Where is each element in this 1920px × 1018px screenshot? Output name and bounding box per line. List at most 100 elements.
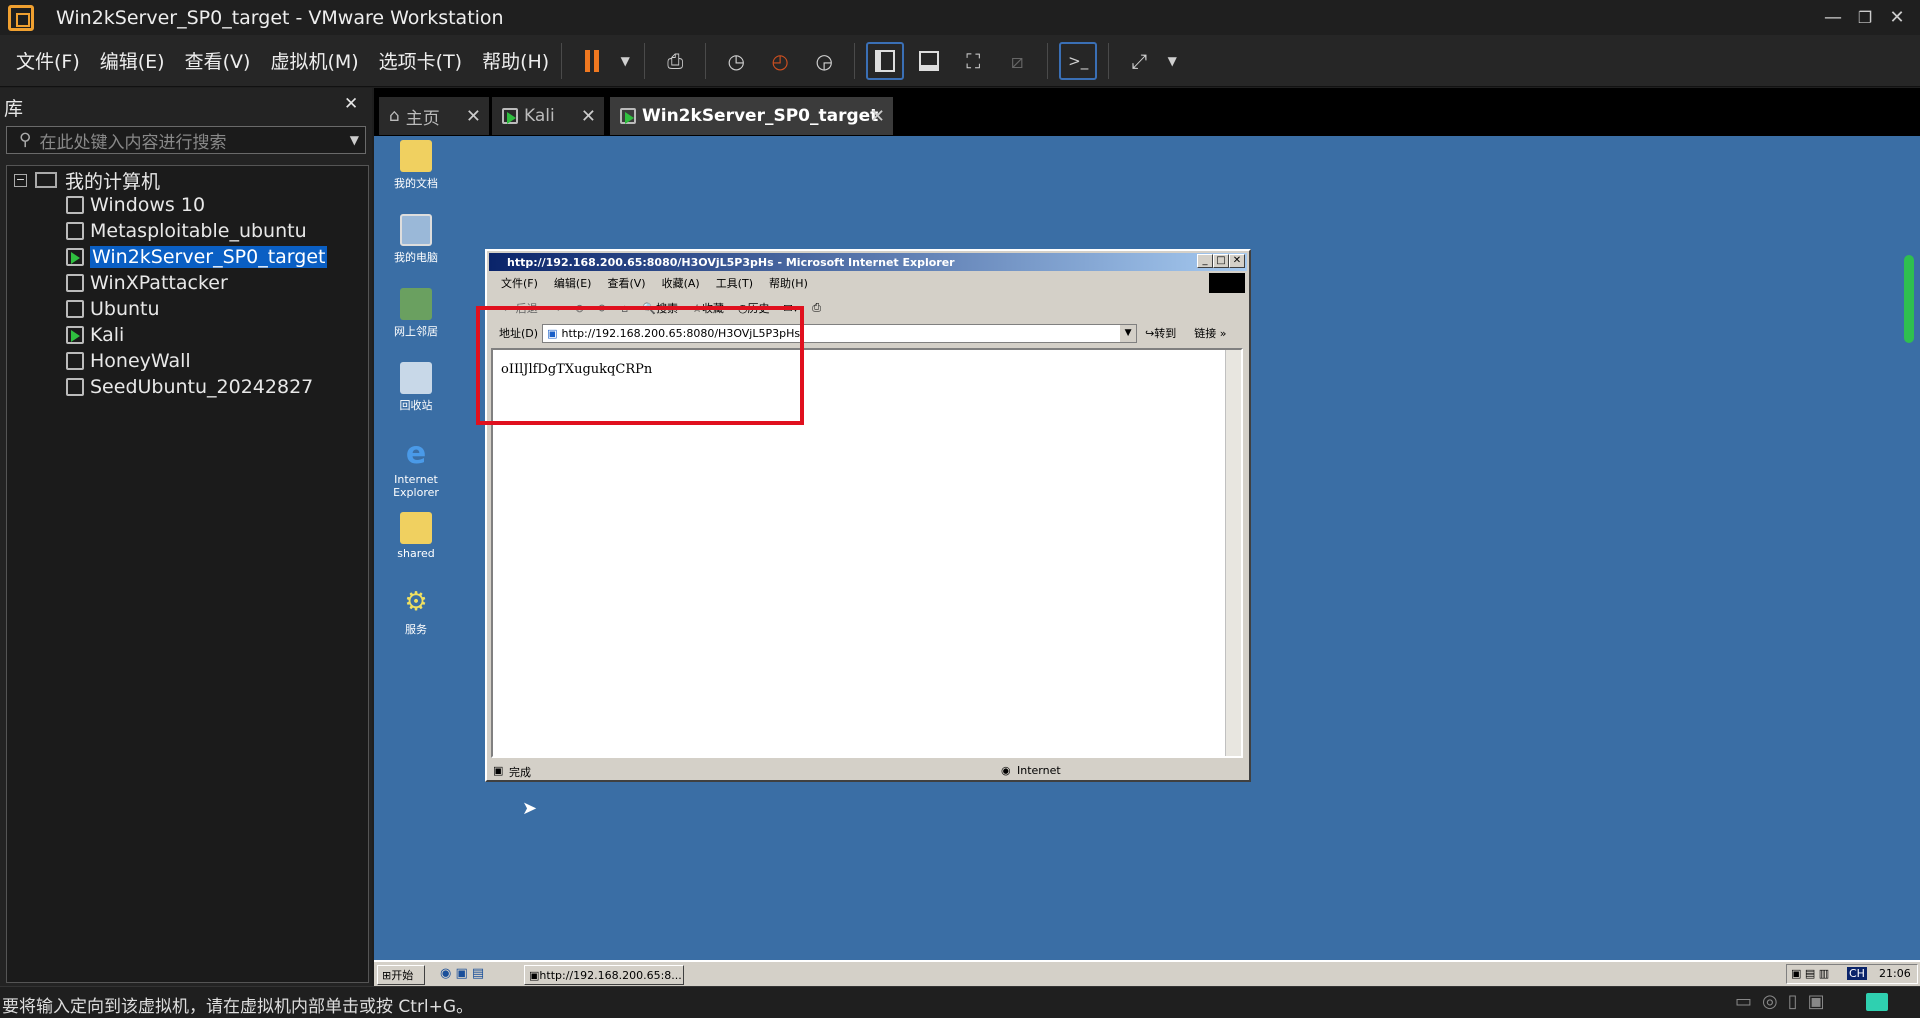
- menu-view[interactable]: 查看(V): [185, 47, 251, 74]
- vm-tree-label: WinXPattacker: [90, 272, 228, 294]
- tab-home[interactable]: ⌂ 主页 ✕: [379, 97, 489, 135]
- tab-close-icon[interactable]: ✕: [581, 106, 596, 127]
- vm-tree-item[interactable]: SeedUbuntu_20242827: [66, 375, 313, 399]
- menu-help[interactable]: 帮助(H): [482, 47, 549, 74]
- desktop-icon-label: 服务: [405, 623, 427, 636]
- ie-title: http://192.168.200.65:8080/H3OVjL5P3pHs …: [507, 255, 955, 269]
- ie-menu-tools[interactable]: 工具(T): [716, 275, 753, 291]
- menu-tabs[interactable]: 选项卡(T): [379, 47, 462, 74]
- message-icon[interactable]: [1866, 993, 1888, 1011]
- desktop-icon-shared[interactable]: shared: [386, 512, 446, 560]
- tab-close-icon[interactable]: ✕: [466, 106, 481, 127]
- vm-tree-item[interactable]: Kali: [66, 323, 124, 347]
- start-button[interactable]: ⊞ 开始: [377, 965, 425, 985]
- ie-close-button[interactable]: ✕: [1229, 254, 1245, 268]
- ie-menu-favorites[interactable]: 收藏(A): [662, 275, 700, 291]
- desktop-icon-label: 回收站: [399, 399, 433, 412]
- menu-edit[interactable]: 编辑(E): [100, 47, 165, 74]
- stretch-icon[interactable]: ⤢: [1120, 42, 1158, 80]
- ie-maximize-button[interactable]: □: [1213, 254, 1229, 268]
- tray-icons[interactable]: ▣ ▤ ▥: [1791, 967, 1829, 980]
- windows-logo-icon: [1209, 273, 1245, 293]
- desktop-icon-services[interactable]: ⚙ 服务: [386, 586, 446, 637]
- console-icon[interactable]: >_: [1059, 41, 1098, 80]
- desktop-icon-recycle-bin[interactable]: 回收站: [386, 362, 446, 413]
- windows-flag-icon: ⊞: [382, 968, 392, 982]
- tab-home-label: 主页: [405, 108, 440, 129]
- ie-menu-help[interactable]: 帮助(H): [769, 275, 808, 291]
- stretch-dropdown-icon[interactable]: ▼: [1164, 42, 1180, 80]
- pause-icon[interactable]: [573, 42, 611, 80]
- tab-win2kserver[interactable]: Win2kServer_SP0_target ✕: [610, 97, 893, 135]
- ie-links-button[interactable]: 链接 »: [1194, 325, 1226, 341]
- ie-menu-file[interactable]: 文件(F): [501, 275, 538, 291]
- collapse-icon[interactable]: −: [14, 173, 27, 187]
- close-button[interactable]: ✕: [1874, 0, 1920, 35]
- network-icon: [400, 288, 432, 320]
- vm-tree-item[interactable]: Windows 10: [66, 193, 205, 217]
- vm-tree-label: Kali: [90, 324, 125, 346]
- ie-menu-edit[interactable]: 编辑(E): [554, 275, 592, 291]
- vm-running-icon: [66, 248, 84, 266]
- desktop-icon-label: 我的电脑: [394, 251, 438, 264]
- vm-tree-item[interactable]: Metasploitable_ubuntu: [66, 219, 307, 243]
- search-input[interactable]: 在此处键入内容进行搜索: [39, 128, 226, 153]
- guest-taskbar: ⊞ 开始 ◉ ▣ ▤ ▣ http://192.168.200.65:8... ▣ …: [374, 960, 1920, 986]
- vm-tree-label: SeedUbuntu_20242827: [90, 376, 314, 398]
- taskbar-task-ie[interactable]: ▣ http://192.168.200.65:8...: [524, 965, 684, 985]
- vm-tree-label: Metasploitable_ubuntu: [90, 220, 307, 242]
- vm-running-icon: [620, 108, 636, 124]
- vmware-logo-icon: [8, 4, 34, 31]
- taskbar-task-label: http://192.168.200.65:8...: [539, 968, 682, 982]
- highlight-annotation-box: [476, 306, 804, 425]
- send-ctrl-alt-del-icon[interactable]: ⎙: [656, 42, 694, 80]
- menu-file[interactable]: 文件(F): [16, 47, 80, 74]
- pause-dropdown-icon[interactable]: ▼: [617, 42, 633, 80]
- desktop-icon-my-documents[interactable]: 我的文档: [386, 140, 446, 191]
- desktop-icon-network[interactable]: 网上邻居: [386, 288, 446, 339]
- computer-icon: [35, 172, 57, 188]
- search-icon: ⚲: [19, 130, 32, 150]
- snapshot-manager-icon[interactable]: ◶: [805, 42, 843, 80]
- quicklaunch-icons[interactable]: ◉ ▣ ▤: [440, 966, 484, 981]
- search-dropdown-icon[interactable]: ▼: [350, 133, 359, 147]
- unity-icon[interactable]: ⧄: [998, 42, 1036, 80]
- folder-icon: [400, 512, 432, 544]
- ie-titlebar[interactable]: http://192.168.200.65:8080/H3OVjL5P3pHs …: [489, 253, 1247, 271]
- desktop-icon-ie[interactable]: e Internet Explorer: [386, 436, 446, 500]
- library-view-icon[interactable]: [866, 41, 905, 80]
- home-icon: ⌂: [389, 106, 400, 126]
- vm-sidebar-grip-icon[interactable]: [1904, 255, 1914, 343]
- fullscreen-icon[interactable]: ⛶: [954, 42, 992, 80]
- vm-tree-item[interactable]: Ubuntu: [66, 297, 160, 321]
- vm-tree-label: HoneyWall: [90, 350, 191, 372]
- menu-vm[interactable]: 虚拟机(M): [270, 47, 358, 74]
- address-dropdown-icon[interactable]: ▼: [1120, 324, 1137, 342]
- ie-minimize-button[interactable]: _: [1197, 254, 1213, 268]
- desktop-icon-my-computer[interactable]: 我的电脑: [386, 214, 446, 265]
- tab-kali-label: Kali: [524, 106, 555, 126]
- ie-icon: e: [405, 436, 427, 471]
- tab-kali[interactable]: Kali ✕: [492, 97, 604, 135]
- ie-print-icon[interactable]: ⎙: [812, 301, 821, 315]
- vm-icon: [66, 274, 84, 292]
- services-gear-icon: ⚙: [404, 587, 428, 617]
- tab-close-icon[interactable]: ✕: [870, 106, 885, 127]
- ie-go-button[interactable]: ↪转到: [1145, 325, 1176, 341]
- thumbnail-view-icon[interactable]: [910, 42, 948, 80]
- vm-tree-item[interactable]: WinXPattacker: [66, 271, 228, 295]
- tab-win2kserver-label: Win2kServer_SP0_target: [642, 106, 879, 126]
- library-search[interactable]: ⚲ 在此处键入内容进行搜索 ▼: [6, 126, 366, 154]
- snapshot-icon[interactable]: ◷: [717, 42, 755, 80]
- library-close-icon[interactable]: ✕: [344, 94, 358, 114]
- ie-scrollbar[interactable]: [1225, 350, 1241, 756]
- vm-tree-item[interactable]: Win2kServer_SP0_target: [66, 245, 328, 269]
- vmware-statusbar: 要将输入定向到该虚拟机，请在虚拟机内部单击或按 Ctrl+G。 ▭◎▯▣: [0, 986, 1920, 1018]
- tree-root-label: 我的计算机: [65, 170, 161, 193]
- ime-lang-indicator[interactable]: CH: [1847, 967, 1867, 980]
- revert-snapshot-icon[interactable]: ◴: [761, 42, 799, 80]
- tree-root[interactable]: − 我的计算机: [14, 168, 161, 193]
- vm-tree-item[interactable]: HoneyWall: [66, 349, 191, 373]
- ie-menu-view[interactable]: 查看(V): [607, 275, 645, 291]
- device-status-icons[interactable]: ▭◎▯▣: [1735, 991, 1835, 1012]
